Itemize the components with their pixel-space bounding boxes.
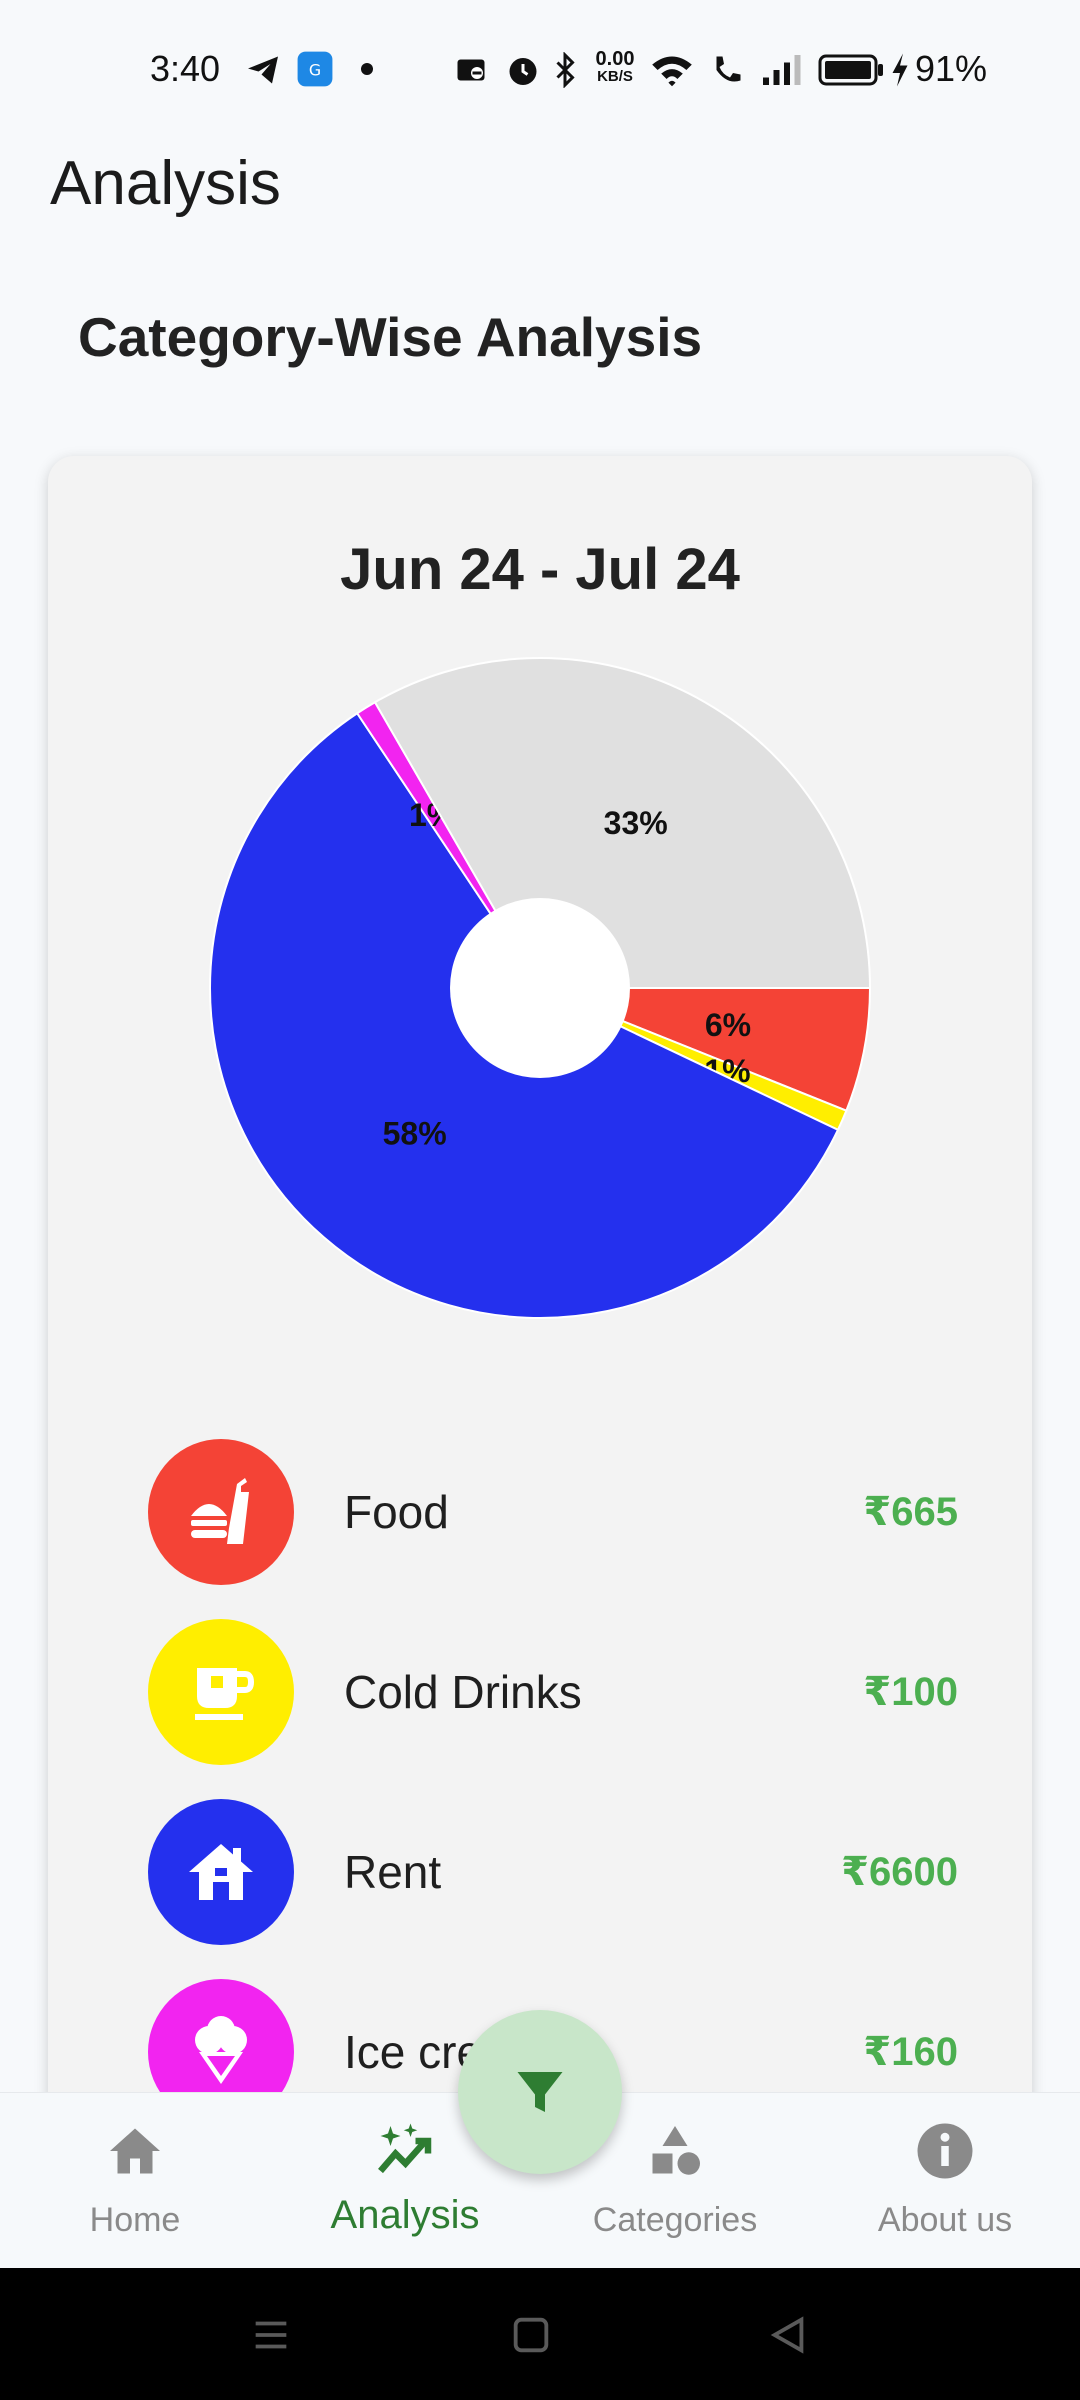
filter-icon	[517, 2072, 563, 2112]
system-navigation-bar	[0, 2268, 1080, 2400]
nav-label: Home	[89, 2201, 181, 2239]
net-speed-unit: KB/S	[597, 68, 633, 85]
fastfood-icon	[148, 1439, 294, 1585]
analysis-card: Jun 24 - Jul 24 6% 1% 58% 1% 33% Food ₹665 C…	[48, 456, 1032, 2256]
section-title: Category-Wise Analysis	[78, 306, 703, 368]
nav-label: About us	[877, 2201, 1013, 2239]
svg-text:G: G	[309, 60, 321, 79]
pie-label: 33%	[604, 805, 668, 841]
cup-icon	[148, 1619, 294, 1765]
category-donut-chart: 6%1%58%1% 33%	[209, 657, 872, 1319]
page-title: Analysis	[50, 149, 281, 218]
info-icon	[917, 2123, 973, 2179]
house-icon	[148, 1799, 294, 1945]
nav-label: Categories	[592, 2201, 758, 2239]
home-button-icon[interactable]	[508, 2312, 554, 2358]
category-amount: ₹100	[863, 1670, 958, 1714]
recent-apps-icon[interactable]	[248, 2312, 294, 2358]
date-range: Jun 24 - Jul 24	[340, 537, 740, 602]
category-row-rent[interactable]: Rent ₹6600	[148, 1799, 958, 1945]
analytics-icon	[378, 2123, 432, 2174]
nav-about-us[interactable]: About us	[810, 2093, 1080, 2269]
wifi-icon	[652, 56, 692, 87]
category-name: Cold Drinks	[344, 1666, 582, 1718]
category-name: Food	[344, 1486, 449, 1538]
net-speed-value: 0.00	[595, 48, 635, 70]
category-row-food[interactable]: Food ₹665	[148, 1439, 958, 1585]
alarm-icon	[509, 58, 537, 85]
categories-icon	[652, 2126, 700, 2175]
pie-label: 58%	[383, 1116, 447, 1152]
bluetooth-icon	[556, 52, 575, 88]
wifi-calling-icon	[716, 56, 741, 82]
signal-icon	[763, 55, 801, 85]
no-sim-icon	[457, 59, 485, 81]
home-icon	[110, 2128, 160, 2174]
filter-button[interactable]	[458, 2010, 622, 2174]
app-notification-icon: G	[297, 51, 333, 87]
category-name: Rent	[344, 1846, 442, 1898]
status-time: 3:40	[150, 48, 221, 89]
battery-icon	[818, 54, 883, 86]
category-row-cold-drinks[interactable]: Cold Drinks ₹100	[148, 1619, 958, 1765]
status-bar: 3:40 G 0.00 KB/S 91%	[0, 0, 1080, 140]
nav-home[interactable]: Home	[0, 2093, 270, 2269]
category-amount: ₹160	[863, 2030, 958, 2074]
charging-icon	[892, 53, 908, 87]
category-amount: ₹665	[863, 1490, 958, 1534]
donut-hole	[450, 898, 630, 1078]
more-notifications-dot-icon	[361, 63, 373, 75]
category-amount: ₹6600	[841, 1850, 958, 1894]
telegram-icon	[248, 56, 278, 84]
pie-label: 6%	[705, 1007, 751, 1043]
nav-label: Analysis	[330, 2193, 480, 2237]
network-speed: 0.00 KB/S	[585, 48, 645, 86]
back-icon[interactable]	[765, 2312, 811, 2358]
battery-percent: 91%	[915, 48, 988, 89]
